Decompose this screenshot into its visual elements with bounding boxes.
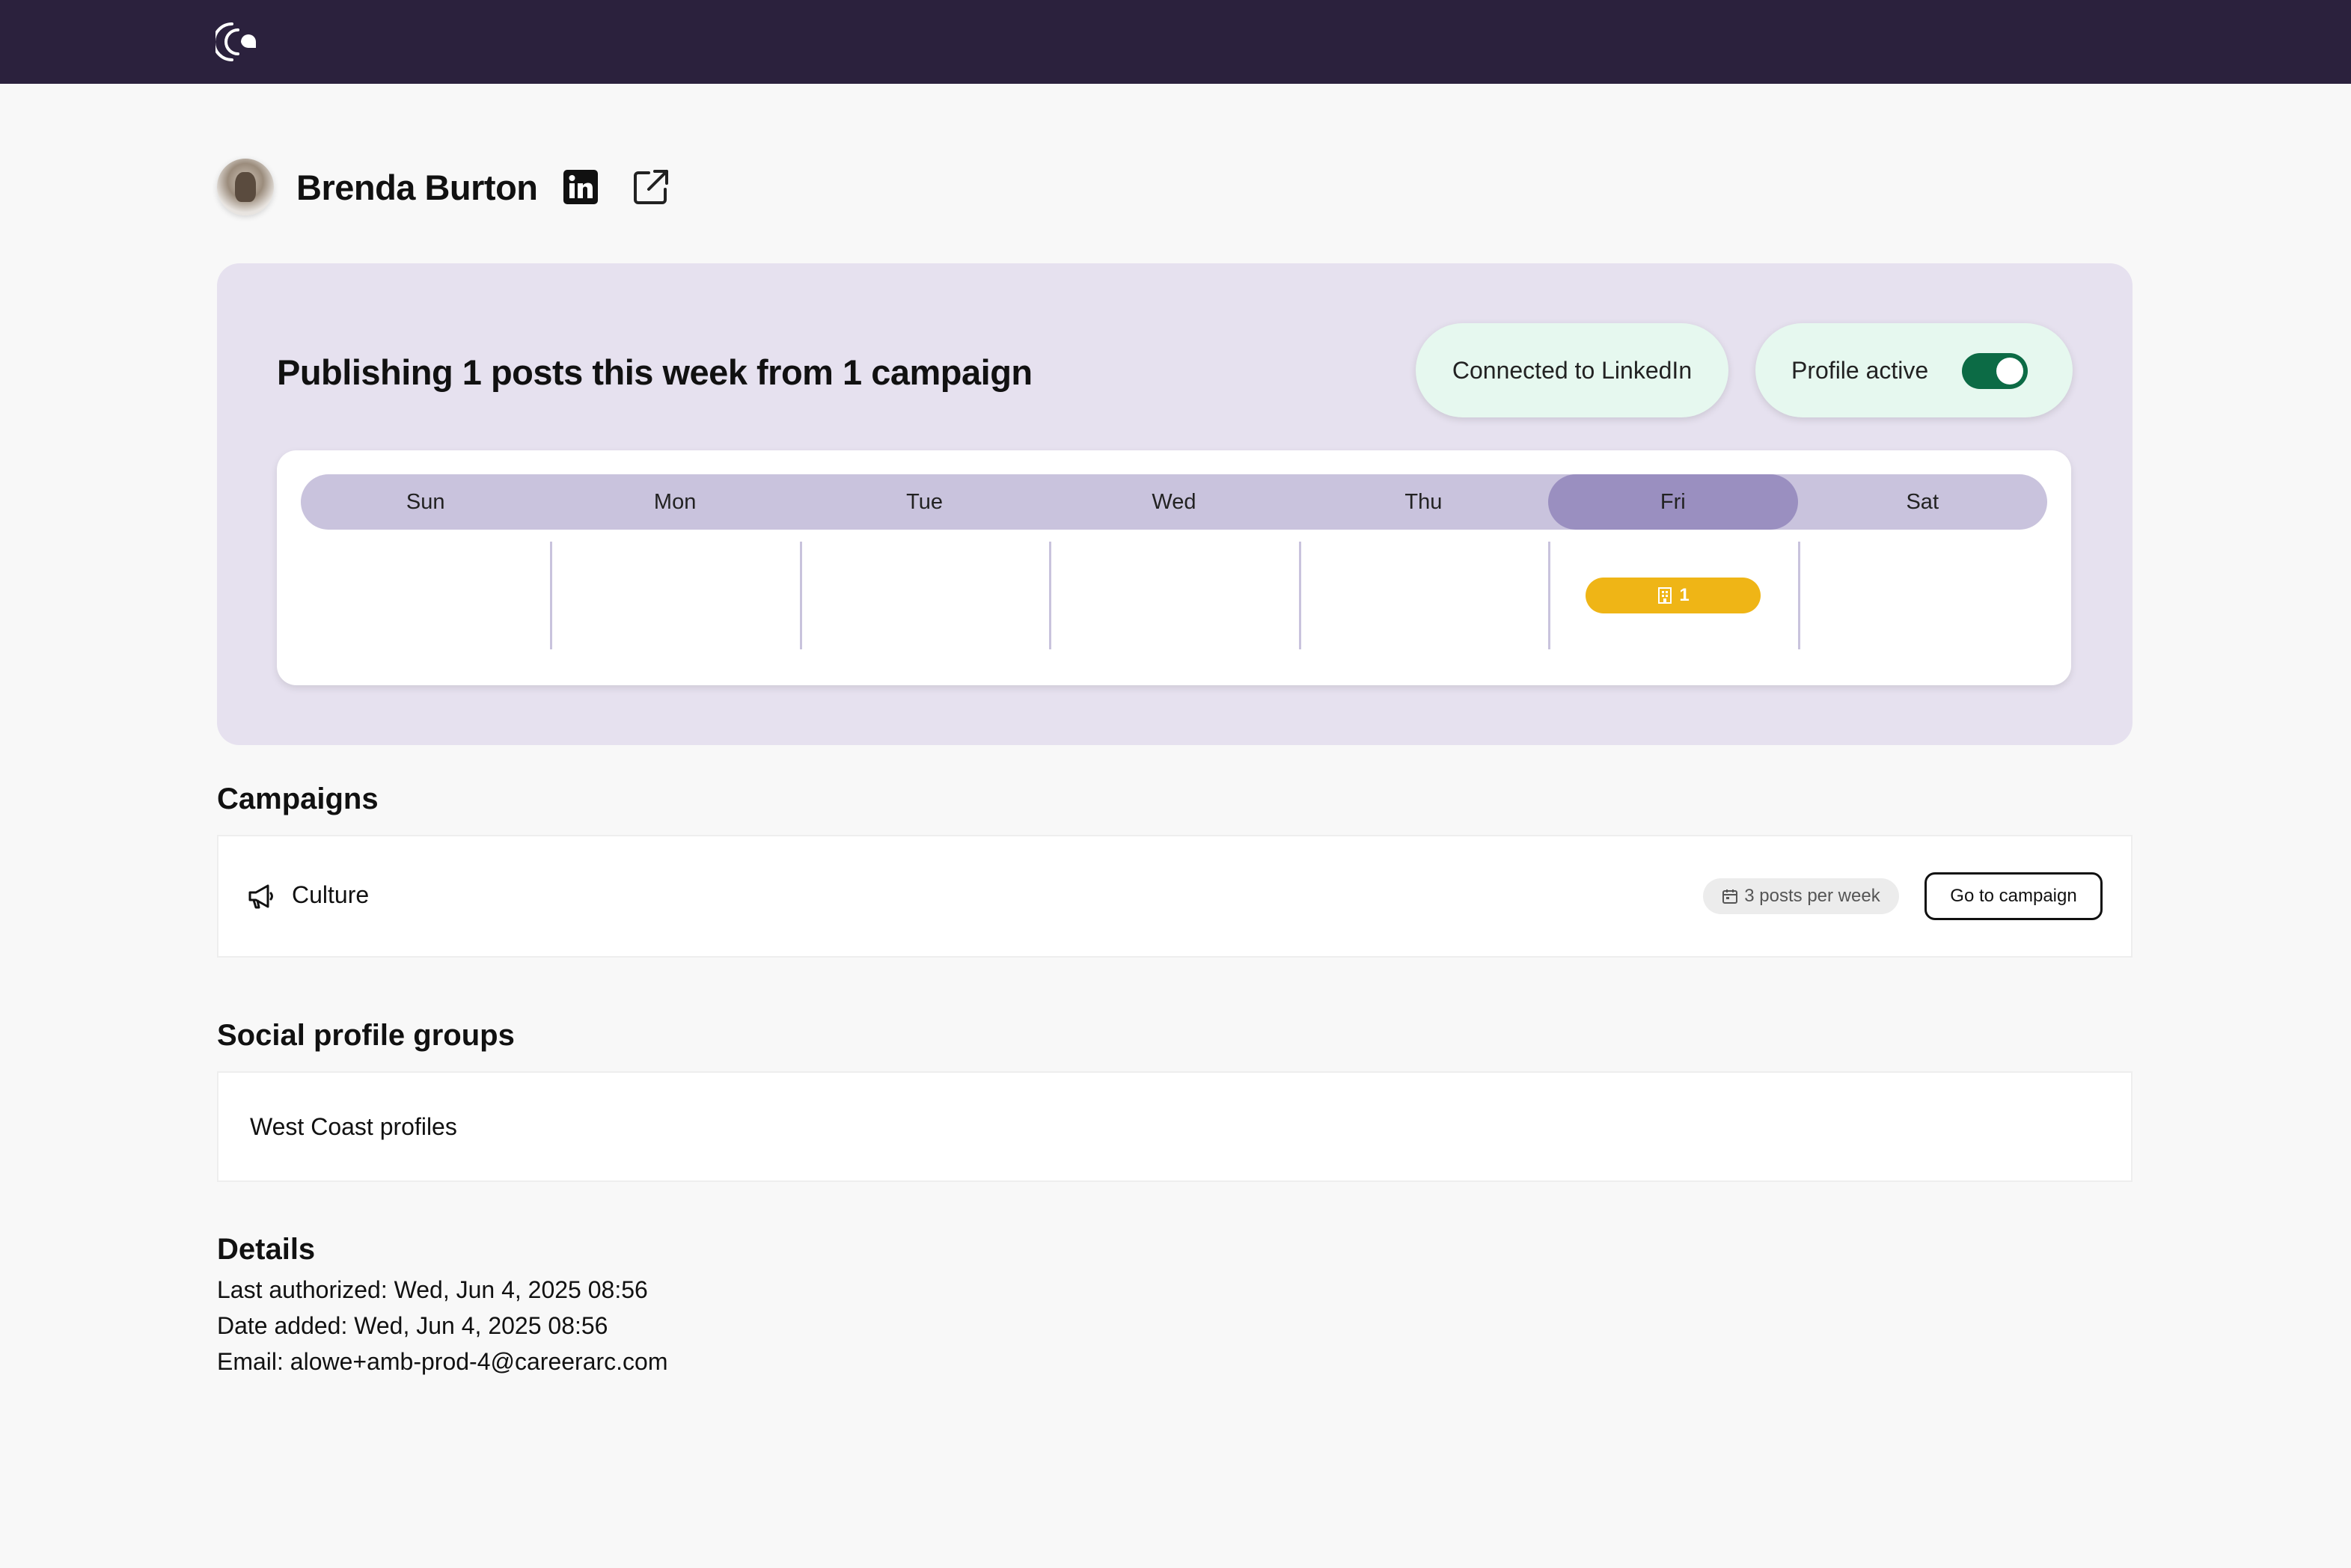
schedule-title: Publishing 1 posts this week from 1 camp…: [277, 352, 1033, 392]
scheduled-posts-count: 1: [1679, 585, 1690, 605]
profile-active-toggle[interactable]: [1962, 353, 2028, 389]
linkedin-icon[interactable]: [563, 170, 598, 204]
linkedin-status-label: Connected to LinkedIn: [1452, 356, 1693, 384]
day-fri: Fri: [1548, 474, 1798, 530]
go-to-campaign-button[interactable]: Go to campaign: [1924, 872, 2103, 920]
details-heading: Details: [217, 1233, 316, 1266]
profile-active-label: Profile active: [1791, 356, 1929, 384]
careerarc-logo-icon[interactable]: [215, 19, 260, 64]
profile-name: Brenda Burton: [296, 167, 538, 207]
day-sun: Sun: [406, 489, 445, 514]
linkedin-connection-status: Connected to LinkedIn: [1416, 323, 1728, 417]
day-column-divider: [1798, 542, 1800, 649]
weekly-schedule-panel: Publishing 1 posts this week from 1 camp…: [217, 263, 2133, 745]
profile-active-control: Profile active: [1755, 323, 2073, 417]
profile-header: Brenda Burton: [217, 157, 671, 217]
day-thu: Thu: [1404, 489, 1443, 514]
date-added: Date added: Wed, Jun 4, 2025 08:56: [217, 1312, 608, 1339]
day-column-divider: [1049, 542, 1051, 649]
scheduled-posts-badge[interactable]: 1: [1586, 578, 1761, 613]
building-icon: [1658, 587, 1672, 604]
external-link-icon[interactable]: [631, 167, 671, 207]
day-tue: Tue: [906, 489, 943, 514]
posting-frequency-badge: 3 posts per week: [1703, 878, 1899, 914]
campaigns-heading: Campaigns: [217, 783, 379, 815]
avatar: [217, 159, 274, 215]
social-group-row: West Coast profiles: [217, 1071, 2133, 1182]
day-mon: Mon: [653, 489, 697, 514]
day-column-divider: [1548, 542, 1550, 649]
campaign-name: Culture: [292, 881, 370, 908]
day-sat: Sat: [1906, 489, 1939, 514]
last-authorized: Last authorized: Wed, Jun 4, 2025 08:56: [217, 1276, 648, 1303]
megaphone-icon: [248, 884, 273, 909]
day-column-divider: [800, 542, 802, 649]
email: Email: alowe+amb-prod-4@careerarc.com: [217, 1348, 668, 1375]
week-calendar: Sun Mon Tue Wed Thu Fri Sat 1: [277, 450, 2071, 685]
calendar-icon: [1722, 889, 1738, 904]
posting-frequency-label: 3 posts per week: [1744, 886, 1880, 906]
social-group-name: West Coast profiles: [250, 1113, 457, 1140]
social-groups-heading: Social profile groups: [217, 1019, 515, 1052]
top-navigation-bar: [0, 0, 2351, 84]
day-wed: Wed: [1152, 489, 1196, 514]
day-column-divider: [550, 542, 552, 649]
campaign-row: Culture 3 posts per week Go to campaign: [217, 835, 2133, 958]
day-column-divider: [1299, 542, 1301, 649]
day-header-strip: Sun Mon Tue Wed Thu Fri Sat: [301, 474, 2047, 530]
